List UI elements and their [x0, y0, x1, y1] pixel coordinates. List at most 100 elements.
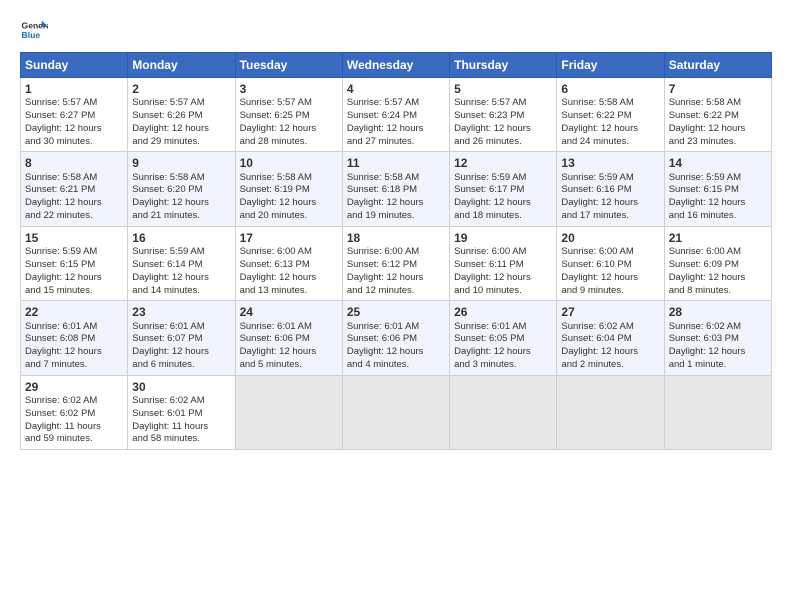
calendar-cell — [450, 375, 557, 449]
calendar-cell: 26Sunrise: 6:01 AMSunset: 6:05 PMDayligh… — [450, 301, 557, 375]
day-info: Daylight: 11 hours — [132, 421, 230, 434]
day-info: Sunset: 6:18 PM — [347, 184, 445, 197]
day-info: Sunset: 6:15 PM — [669, 184, 767, 197]
day-info: and 20 minutes. — [240, 210, 338, 223]
day-number: 6 — [561, 81, 659, 97]
calendar-cell: 5Sunrise: 5:57 AMSunset: 6:23 PMDaylight… — [450, 78, 557, 152]
day-info: Sunset: 6:06 PM — [240, 333, 338, 346]
day-info: Sunrise: 5:59 AM — [669, 172, 767, 185]
day-info: Daylight: 12 hours — [240, 197, 338, 210]
day-info: Sunrise: 6:00 AM — [669, 246, 767, 259]
day-info: and 12 minutes. — [347, 285, 445, 298]
calendar-cell — [664, 375, 771, 449]
calendar-cell: 27Sunrise: 6:02 AMSunset: 6:04 PMDayligh… — [557, 301, 664, 375]
day-number: 2 — [132, 81, 230, 97]
day-info: Sunset: 6:05 PM — [454, 333, 552, 346]
calendar-row: 15Sunrise: 5:59 AMSunset: 6:15 PMDayligh… — [21, 226, 772, 300]
day-info: Sunset: 6:21 PM — [25, 184, 123, 197]
day-info: Daylight: 12 hours — [561, 272, 659, 285]
day-number: 1 — [25, 81, 123, 97]
day-info: Daylight: 12 hours — [561, 346, 659, 359]
header-row: SundayMondayTuesdayWednesdayThursdayFrid… — [21, 53, 772, 78]
header-cell-tuesday: Tuesday — [235, 53, 342, 78]
day-info: Daylight: 12 hours — [25, 272, 123, 285]
day-info: Sunrise: 5:58 AM — [347, 172, 445, 185]
calendar-cell: 6Sunrise: 5:58 AMSunset: 6:22 PMDaylight… — [557, 78, 664, 152]
day-number: 16 — [132, 230, 230, 246]
day-info: and 21 minutes. — [132, 210, 230, 223]
header-cell-sunday: Sunday — [21, 53, 128, 78]
day-info: Sunset: 6:10 PM — [561, 259, 659, 272]
day-info: Sunrise: 5:57 AM — [132, 97, 230, 110]
day-info: Sunrise: 5:59 AM — [132, 246, 230, 259]
day-info: Daylight: 12 hours — [347, 272, 445, 285]
day-info: Daylight: 12 hours — [25, 346, 123, 359]
calendar-cell: 3Sunrise: 5:57 AMSunset: 6:25 PMDaylight… — [235, 78, 342, 152]
day-info: Sunrise: 6:00 AM — [240, 246, 338, 259]
day-info: Sunset: 6:19 PM — [240, 184, 338, 197]
calendar-row: 1Sunrise: 5:57 AMSunset: 6:27 PMDaylight… — [21, 78, 772, 152]
day-number: 22 — [25, 304, 123, 320]
calendar-cell: 18Sunrise: 6:00 AMSunset: 6:12 PMDayligh… — [342, 226, 449, 300]
day-info: Daylight: 12 hours — [669, 346, 767, 359]
day-number: 17 — [240, 230, 338, 246]
day-info: and 1 minute. — [669, 359, 767, 372]
day-number: 19 — [454, 230, 552, 246]
day-number: 18 — [347, 230, 445, 246]
day-number: 4 — [347, 81, 445, 97]
calendar-cell: 19Sunrise: 6:00 AMSunset: 6:11 PMDayligh… — [450, 226, 557, 300]
calendar-cell: 16Sunrise: 5:59 AMSunset: 6:14 PMDayligh… — [128, 226, 235, 300]
calendar-cell: 11Sunrise: 5:58 AMSunset: 6:18 PMDayligh… — [342, 152, 449, 226]
calendar-table: SundayMondayTuesdayWednesdayThursdayFrid… — [20, 52, 772, 450]
day-info: Daylight: 12 hours — [454, 197, 552, 210]
calendar-row: 8Sunrise: 5:58 AMSunset: 6:21 PMDaylight… — [21, 152, 772, 226]
calendar-cell: 1Sunrise: 5:57 AMSunset: 6:27 PMDaylight… — [21, 78, 128, 152]
calendar-cell: 23Sunrise: 6:01 AMSunset: 6:07 PMDayligh… — [128, 301, 235, 375]
day-number: 3 — [240, 81, 338, 97]
calendar-cell: 22Sunrise: 6:01 AMSunset: 6:08 PMDayligh… — [21, 301, 128, 375]
day-number: 21 — [669, 230, 767, 246]
day-number: 25 — [347, 304, 445, 320]
day-info: Daylight: 12 hours — [561, 123, 659, 136]
day-info: Sunrise: 6:00 AM — [347, 246, 445, 259]
calendar-cell: 8Sunrise: 5:58 AMSunset: 6:21 PMDaylight… — [21, 152, 128, 226]
day-info: and 23 minutes. — [669, 136, 767, 149]
day-info: Daylight: 12 hours — [240, 123, 338, 136]
day-info: Sunrise: 5:57 AM — [25, 97, 123, 110]
day-info: Sunset: 6:14 PM — [132, 259, 230, 272]
calendar-cell: 24Sunrise: 6:01 AMSunset: 6:06 PMDayligh… — [235, 301, 342, 375]
day-info: and 58 minutes. — [132, 433, 230, 446]
day-info: Daylight: 12 hours — [561, 197, 659, 210]
day-number: 20 — [561, 230, 659, 246]
day-info: Daylight: 12 hours — [669, 272, 767, 285]
day-info: Daylight: 12 hours — [132, 346, 230, 359]
day-number: 28 — [669, 304, 767, 320]
calendar-cell: 21Sunrise: 6:00 AMSunset: 6:09 PMDayligh… — [664, 226, 771, 300]
logo-icon: General Blue — [20, 16, 48, 44]
day-info: Sunrise: 5:58 AM — [240, 172, 338, 185]
calendar-cell — [557, 375, 664, 449]
day-info: and 16 minutes. — [669, 210, 767, 223]
day-number: 27 — [561, 304, 659, 320]
day-info: Sunset: 6:03 PM — [669, 333, 767, 346]
calendar-cell: 29Sunrise: 6:02 AMSunset: 6:02 PMDayligh… — [21, 375, 128, 449]
day-info: Daylight: 12 hours — [347, 197, 445, 210]
day-info: Daylight: 11 hours — [25, 421, 123, 434]
calendar-cell: 10Sunrise: 5:58 AMSunset: 6:19 PMDayligh… — [235, 152, 342, 226]
day-info: Sunrise: 6:01 AM — [240, 321, 338, 334]
logo: General Blue — [20, 16, 54, 44]
page: General Blue SundayMondayTuesdayWednesda… — [0, 0, 792, 612]
day-info: Sunrise: 6:02 AM — [669, 321, 767, 334]
header-cell-saturday: Saturday — [664, 53, 771, 78]
day-info: and 24 minutes. — [561, 136, 659, 149]
day-info: Sunset: 6:07 PM — [132, 333, 230, 346]
day-info: and 13 minutes. — [240, 285, 338, 298]
day-info: and 28 minutes. — [240, 136, 338, 149]
day-info: Daylight: 12 hours — [25, 197, 123, 210]
calendar-cell: 7Sunrise: 5:58 AMSunset: 6:22 PMDaylight… — [664, 78, 771, 152]
day-info: and 3 minutes. — [454, 359, 552, 372]
day-info: Sunrise: 6:01 AM — [25, 321, 123, 334]
calendar-cell: 30Sunrise: 6:02 AMSunset: 6:01 PMDayligh… — [128, 375, 235, 449]
day-info: Sunrise: 6:00 AM — [454, 246, 552, 259]
day-number: 10 — [240, 155, 338, 171]
